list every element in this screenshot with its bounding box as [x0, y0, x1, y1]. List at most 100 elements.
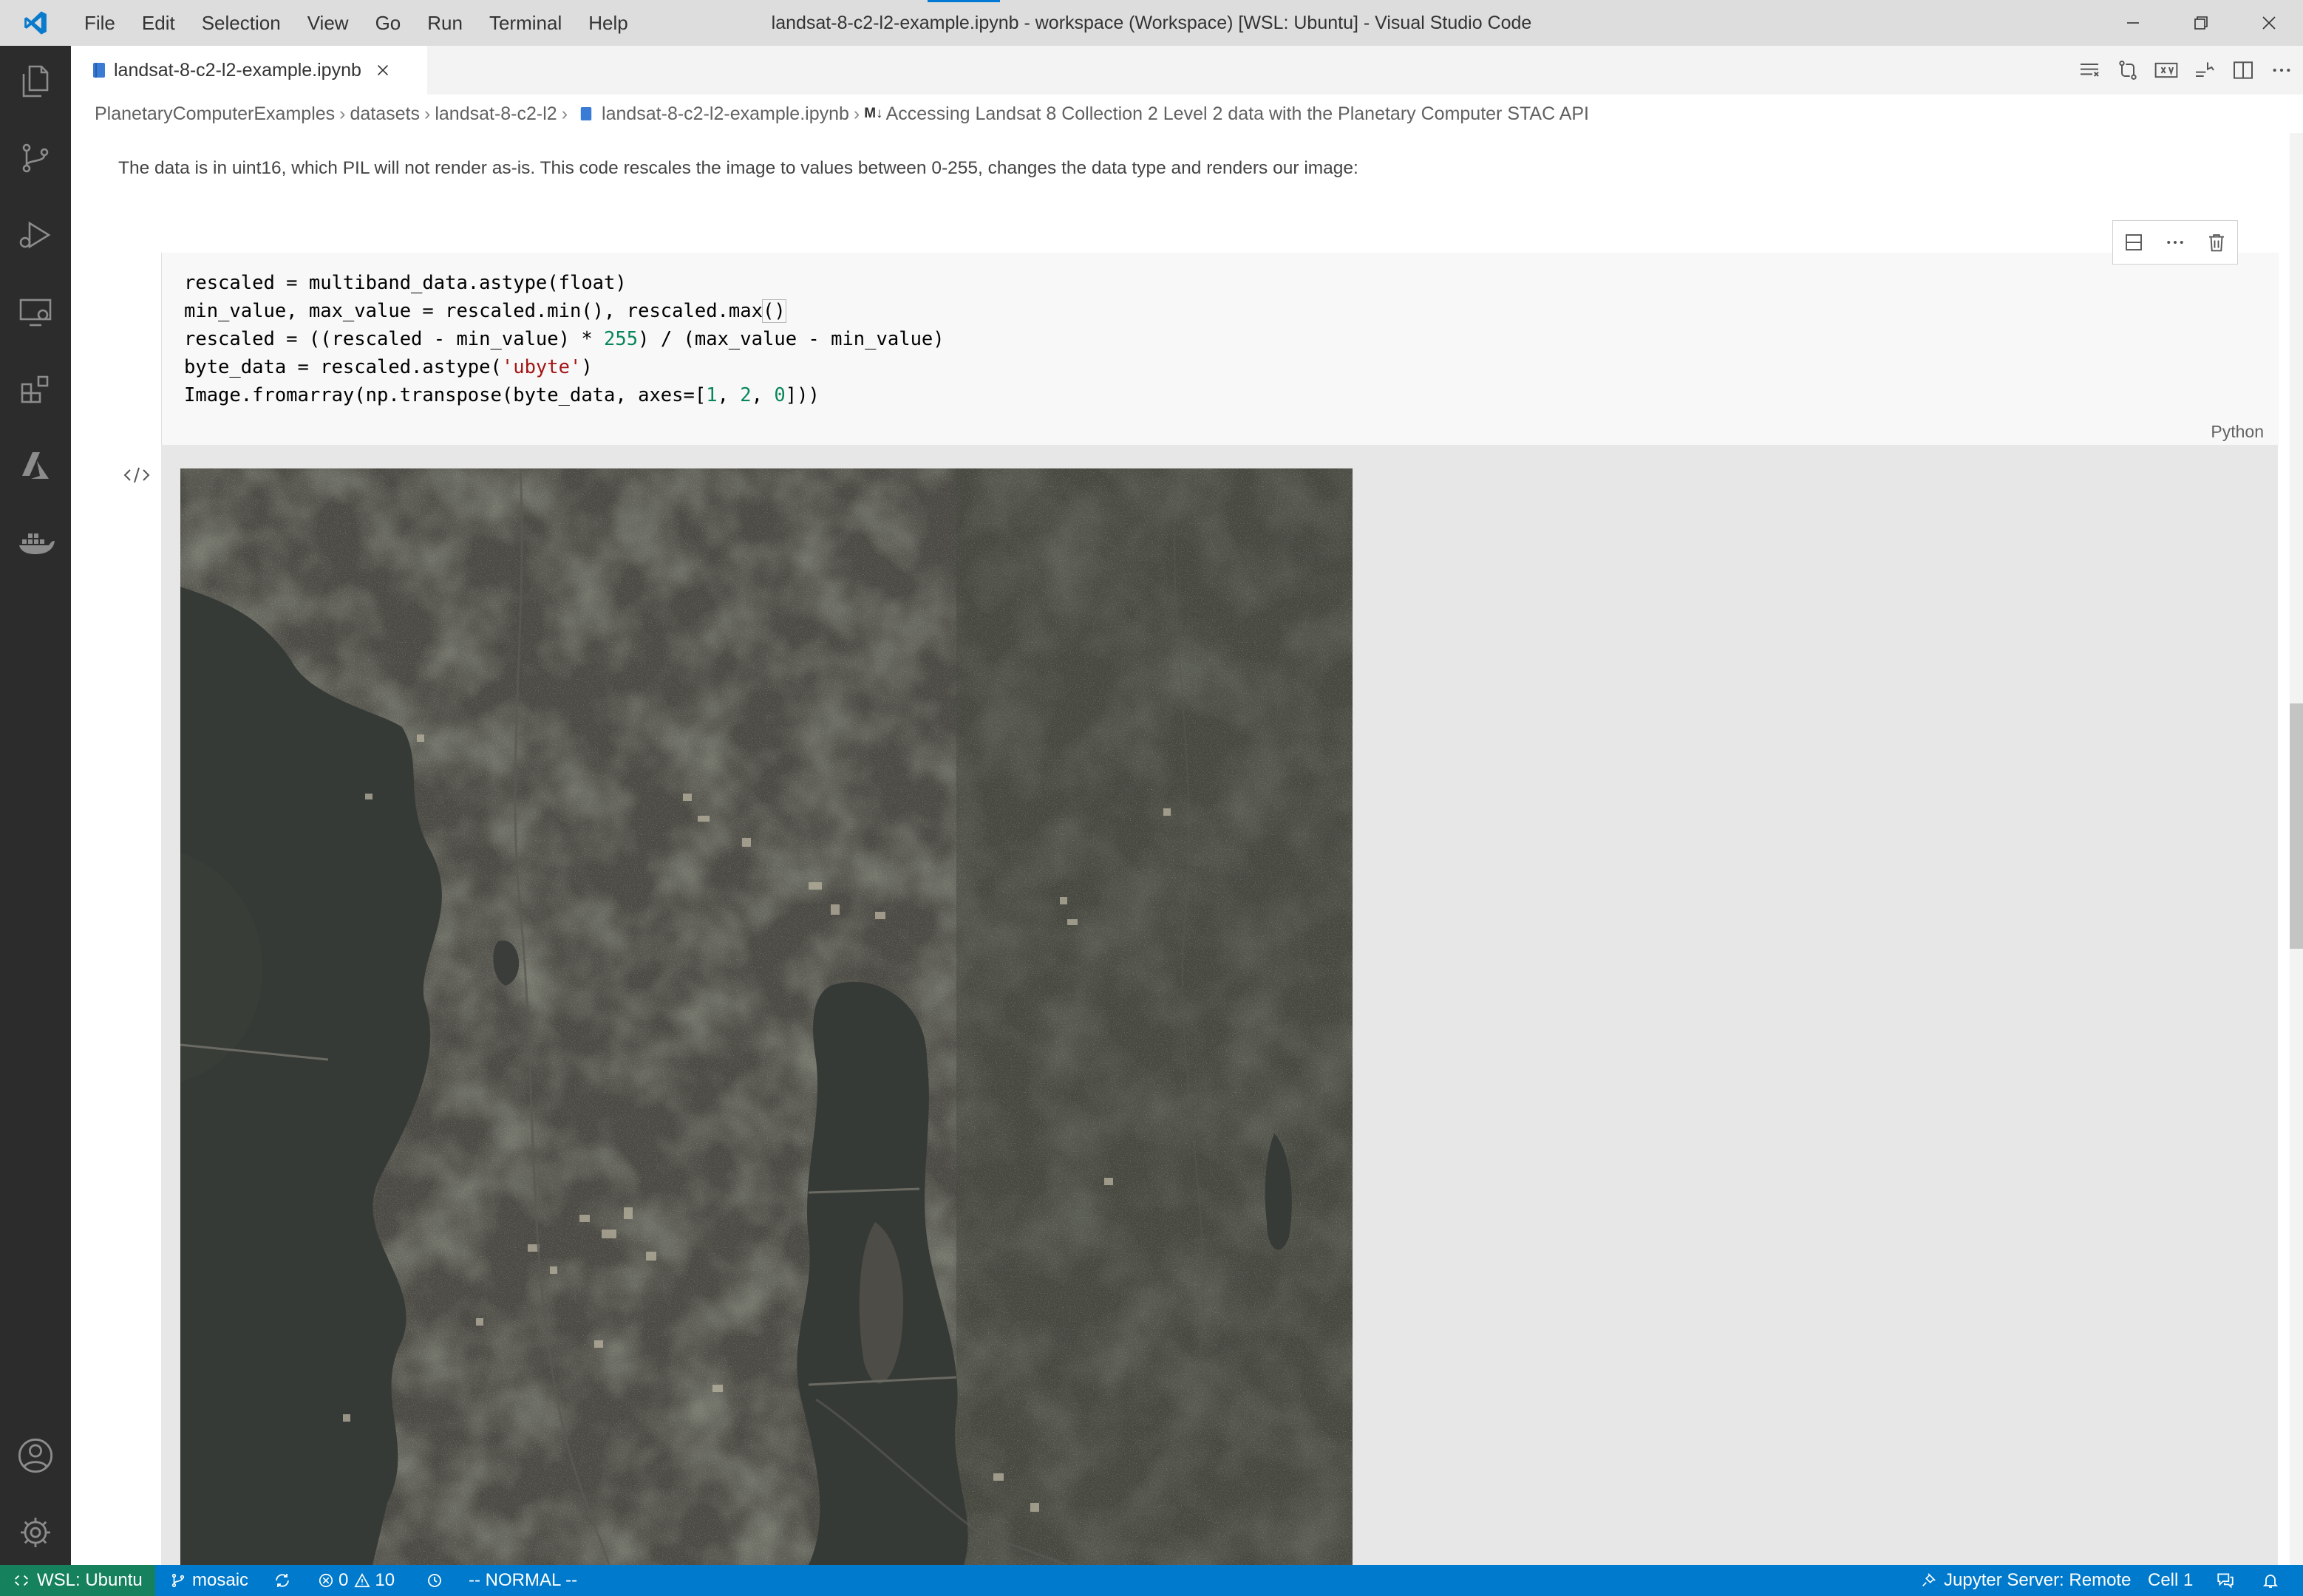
breadcrumb-item-folder[interactable]: landsat-8-c2-l2 [435, 103, 557, 125]
delete-cell-icon[interactable] [2205, 231, 2228, 253]
breadcrumb-item-datasets[interactable]: datasets [350, 103, 420, 125]
source-control-icon[interactable] [0, 123, 71, 194]
vim-mode: -- NORMAL -- [469, 1570, 578, 1590]
sync-icon[interactable] [273, 1565, 291, 1596]
menu-edit[interactable]: Edit [129, 0, 188, 46]
editor-scrollbar-thumb[interactable] [2290, 703, 2303, 949]
history-icon[interactable] [426, 1565, 443, 1596]
menu-bar: File Edit Selection View Go Run Terminal… [71, 0, 642, 46]
title-bar: File Edit Selection View Go Run Terminal… [0, 0, 2303, 46]
jupyter-server-label: Jupyter Server: Remote [1944, 1570, 2132, 1590]
satellite-image-output [180, 468, 1353, 1565]
menu-selection[interactable]: Selection [188, 0, 294, 46]
cell-indicator[interactable]: Cell 1 [2148, 1565, 2193, 1596]
code-line: rescaled = ((rescaled - min_value) * 255… [184, 328, 945, 350]
code-line: byte_data = rescaled.astype('ubyte') [184, 356, 593, 378]
code-token: min_value, max_value = rescaled.min(), r… [184, 300, 763, 322]
menu-run[interactable]: Run [414, 0, 476, 46]
outline-icon[interactable] [2074, 55, 2105, 86]
menu-file[interactable]: File [71, 0, 129, 46]
breadcrumb-chevron-icon: › [853, 103, 860, 124]
breadcrumb-chevron-icon: › [424, 103, 431, 124]
run-debug-icon[interactable] [0, 200, 71, 270]
code-token: ) / (max_value - min_value) [638, 328, 945, 350]
jupyter-server-indicator[interactable]: Jupyter Server: Remote [1920, 1565, 2131, 1596]
code-line: min_value, max_value = rescaled.min(), r… [184, 299, 786, 323]
restore-button[interactable] [2167, 0, 2235, 46]
error-icon [319, 1573, 333, 1588]
close-window-button[interactable] [2235, 0, 2303, 46]
tab-close-icon[interactable] [375, 62, 391, 78]
breadcrumb-section[interactable]: Accessing Landsat 8 Collection 2 Level 2… [886, 103, 1589, 125]
remote-explorer-icon[interactable] [0, 276, 71, 347]
code-token: , [751, 384, 775, 406]
code-token: rescaled = multiband_data.astype(float) [184, 272, 627, 294]
git-branch-icon [171, 1573, 185, 1588]
satellite-image [180, 468, 1353, 1565]
markdown-icon: M↓ [864, 106, 883, 121]
more-actions-icon[interactable] [2266, 55, 2297, 86]
remote-indicator[interactable]: WSL: Ubuntu [0, 1565, 155, 1596]
code-token: byte_data = rescaled.astype( [184, 356, 502, 378]
variables-icon[interactable] [2151, 55, 2182, 86]
menu-go[interactable]: Go [362, 0, 415, 46]
accounts-icon[interactable] [0, 1420, 71, 1491]
status-bar: WSL: Ubuntu mosaic 0 10 -- NORMAL -- Jup… [0, 1565, 2303, 1596]
menu-terminal[interactable]: Terminal [476, 0, 575, 46]
warning-count: 10 [375, 1570, 395, 1590]
notifications-bell-icon[interactable] [2262, 1565, 2279, 1596]
title-accent-line [928, 0, 1000, 2]
plug-icon [1922, 1573, 1936, 1586]
code-token: ])) [785, 384, 820, 406]
error-count: 0 [339, 1570, 349, 1590]
feedback-icon[interactable] [2216, 1565, 2235, 1596]
number-token: 1 [706, 384, 718, 406]
kernel-icon[interactable] [2189, 55, 2220, 86]
menu-view[interactable]: View [294, 0, 362, 46]
explorer-icon[interactable] [0, 46, 71, 117]
number-token: 0 [774, 384, 786, 406]
code-cell[interactable]: rescaled = multiband_data.astype(float) … [161, 253, 2279, 445]
tab-notebook[interactable]: landsat-8-c2-l2-example.ipynb [71, 46, 427, 95]
breadcrumb-chevron-icon: › [339, 103, 346, 124]
output-code-icon[interactable] [123, 464, 151, 486]
code-token: rescaled = ((rescaled - min_value) * [184, 328, 605, 350]
settings-gear-icon[interactable] [0, 1497, 71, 1568]
code-token: , [717, 384, 741, 406]
code-line: rescaled = multiband_data.astype(float) [184, 272, 627, 294]
split-editor-icon[interactable] [2228, 55, 2259, 86]
warning-icon [354, 1573, 370, 1588]
split-cell-icon[interactable] [2123, 231, 2145, 253]
string-token: 'ubyte' [501, 356, 582, 378]
remote-label: WSL: Ubuntu [37, 1570, 143, 1590]
notebook-file-icon [579, 106, 593, 122]
problems-indicator[interactable]: 0 10 [318, 1565, 395, 1596]
minimize-button[interactable] [2099, 0, 2167, 46]
code-editor[interactable]: rescaled = multiband_data.astype(float) … [184, 269, 945, 409]
editor-tab-bar: landsat-8-c2-l2-example.ipynb [71, 46, 2303, 95]
branch-name: mosaic [192, 1570, 249, 1590]
breadcrumb: PlanetaryComputerExamples › datasets › l… [71, 95, 2303, 133]
notebook-file-icon [92, 61, 106, 79]
vscode-logo-icon [0, 0, 71, 46]
git-compare-icon[interactable] [2112, 55, 2143, 86]
code-token: Image.fromarray(np.transpose(byte_data, … [184, 384, 707, 406]
activity-bar [0, 46, 71, 1565]
breadcrumb-item-file[interactable]: landsat-8-c2-l2-example.ipynb [602, 103, 849, 125]
cell-more-icon[interactable] [2164, 231, 2186, 253]
number-token: 255 [604, 328, 639, 350]
azure-icon[interactable] [0, 430, 71, 501]
docker-icon[interactable] [0, 507, 71, 578]
breadcrumb-item-workspace[interactable]: PlanetaryComputerExamples [95, 103, 335, 125]
breadcrumb-chevron-icon: › [561, 103, 568, 124]
cell-language-label[interactable]: Python [2211, 422, 2264, 442]
extensions-icon[interactable] [0, 353, 71, 424]
cell-toolbar [2112, 220, 2238, 265]
remote-icon [15, 1575, 28, 1586]
tab-label: landsat-8-c2-l2-example.ipynb [114, 59, 361, 81]
bracket-match-highlight: () [761, 299, 786, 323]
branch-indicator[interactable]: mosaic [170, 1565, 248, 1596]
menu-help[interactable]: Help [575, 0, 641, 46]
code-line: Image.fromarray(np.transpose(byte_data, … [184, 384, 820, 406]
code-token: ) [581, 356, 593, 378]
